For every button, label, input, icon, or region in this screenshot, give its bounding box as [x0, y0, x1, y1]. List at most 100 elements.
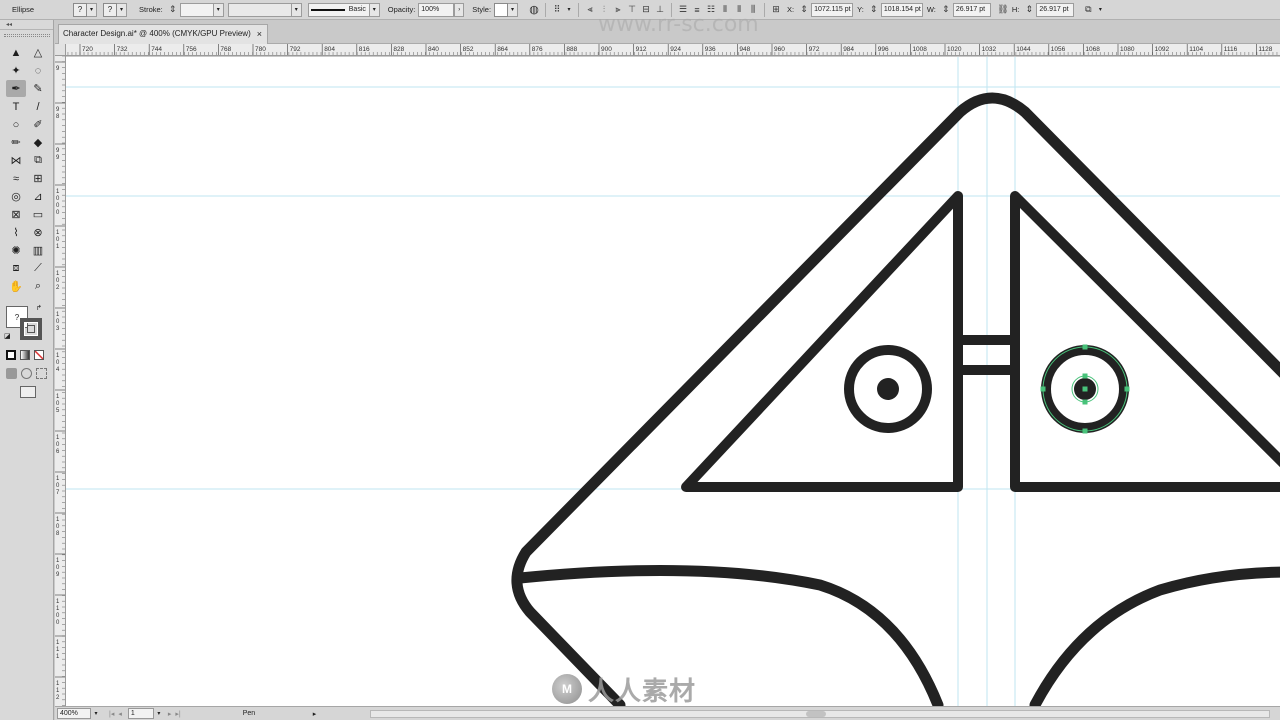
direct-selection-tool[interactable]: △ — [28, 44, 48, 61]
brush-definition-box[interactable]: Basic — [307, 2, 370, 17]
chevron-down-icon[interactable]: ▾ — [91, 708, 101, 719]
artboard-canvas[interactable] — [66, 57, 1280, 706]
stroke-indicator[interactable] — [20, 318, 42, 340]
artboard-number-field[interactable]: 1 — [127, 708, 154, 719]
previous-artboard-icon[interactable]: ◂ — [118, 710, 122, 718]
align-bottom-icon[interactable]: ⊥ — [654, 4, 666, 16]
draw-inside-icon[interactable] — [36, 368, 47, 379]
artboard-tool[interactable]: ⧈ — [6, 260, 26, 277]
chevron-down-icon[interactable]: ▾ — [87, 2, 97, 17]
eyedropper-tool[interactable]: ⌇ — [6, 224, 26, 241]
distribute-hcenter-icon[interactable]: ⦀ — [733, 4, 745, 16]
anchor-point[interactable] — [1082, 399, 1088, 405]
color-icon[interactable] — [6, 350, 16, 360]
fill-swatch-box[interactable]: ? — [73, 2, 87, 17]
body-curve-right[interactable] — [1029, 566, 1280, 706]
chevron-down-icon[interactable]: ▾ — [1095, 3, 1105, 17]
brush-definition[interactable]: Basic ▾ — [307, 0, 380, 19]
free-transform-tool[interactable]: ⊞ — [28, 170, 48, 187]
default-fill-stroke-icon[interactable]: ◪ — [4, 332, 11, 340]
panel-collapse-grip[interactable]: ◂◂ — [0, 20, 53, 30]
zoom-field[interactable]: 400% — [57, 708, 91, 719]
reflect-tool[interactable]: ⋈ — [6, 152, 26, 169]
selection-tool[interactable]: ▲ — [6, 44, 26, 61]
screen-mode-icon[interactable] — [20, 386, 36, 398]
curvature-tool[interactable]: ✎ — [28, 80, 48, 97]
mesh-tool[interactable]: ⊠ — [6, 206, 26, 223]
anchor-point[interactable] — [1040, 386, 1046, 392]
blend-tool[interactable]: ⊗ — [28, 224, 48, 241]
width-profile-box[interactable] — [227, 2, 292, 17]
shape-builder-tool[interactable]: ◎ — [6, 188, 26, 205]
warp-tool[interactable]: ≈ — [6, 170, 26, 187]
stepper-icon[interactable]: ⇕ — [798, 4, 810, 16]
vertical-ruler[interactable]: 9989910001011021031041051061071081091100… — [55, 56, 66, 706]
last-artboard-icon[interactable]: ▸| — [175, 710, 180, 718]
stepper-icon[interactable]: ⇕ — [1023, 4, 1035, 16]
close-icon[interactable]: × — [257, 25, 262, 43]
artwork[interactable] — [66, 57, 1280, 706]
h-input[interactable]: 26.917 pt — [1036, 2, 1075, 17]
ellipse-tool[interactable]: ○ — [6, 116, 26, 133]
ruler-origin[interactable] — [55, 44, 66, 56]
distribute-left-icon[interactable]: ⫴ — [719, 4, 731, 16]
left-eye-pupil[interactable] — [877, 378, 899, 400]
anchor-point[interactable] — [1124, 386, 1130, 392]
none-icon[interactable] — [34, 350, 44, 360]
scrollbar-thumb[interactable] — [806, 711, 826, 717]
stroke-swatch[interactable]: ? ▾ — [103, 0, 127, 19]
w-input[interactable]: 26.917 pt — [952, 2, 991, 17]
symbol-sprayer-tool[interactable]: ✺ — [6, 242, 26, 259]
chevron-down-icon[interactable]: ▾ — [564, 3, 574, 17]
head-outline[interactable] — [511, 92, 1280, 706]
stepper-icon[interactable]: ⇕ — [868, 4, 880, 16]
document-tab[interactable]: Character Design.ai* @ 400% (CMYK/GPU Pr… — [58, 24, 268, 44]
w-field[interactable]: ⇕ 26.917 pt — [939, 0, 991, 19]
horizontal-ruler[interactable]: 720 732 744 756 768 780 792 804 816 828 840 852 864 8… — [66, 44, 1280, 56]
slice-tool[interactable]: ⟋ — [28, 260, 48, 277]
chevron-down-icon[interactable]: ▾ — [117, 2, 127, 17]
pencil-tool[interactable]: ✏ — [6, 134, 26, 151]
anchor-point[interactable] — [1082, 428, 1088, 434]
draw-behind-icon[interactable] — [21, 368, 32, 379]
stroke-weight-input[interactable] — [179, 2, 214, 17]
stepper-icon[interactable]: ⇕ — [940, 4, 952, 16]
swap-fill-stroke-icon[interactable]: ↱ — [36, 304, 42, 312]
distribute-top-icon[interactable]: ☰ — [677, 4, 689, 16]
gradient-icon[interactable] — [20, 350, 30, 360]
constrain-proportions-icon[interactable]: ⛓ — [997, 4, 1009, 16]
next-artboard-icon[interactable]: ▸ — [168, 710, 172, 718]
lasso-tool[interactable]: ◌ — [28, 62, 48, 79]
body-curve-left[interactable] — [514, 564, 944, 706]
graphic-style-swatch[interactable]: ▾ — [494, 0, 519, 19]
fill-stroke-widget[interactable]: ? ↱ ◪ — [4, 304, 46, 342]
align-to-icon[interactable]: ⠿ — [551, 4, 563, 16]
panel-drag-handle[interactable] — [4, 34, 50, 37]
column-graph-tool[interactable]: ▥ — [28, 242, 48, 259]
stepper-icon[interactable]: ⇕ — [167, 4, 179, 16]
draw-normal-icon[interactable] — [6, 368, 17, 379]
chevron-down-icon[interactable]: ▾ — [213, 2, 224, 17]
scale-tool[interactable]: ⧉ — [28, 152, 48, 169]
anchor-point[interactable] — [1082, 344, 1088, 350]
distribute-right-icon[interactable]: ⫼ — [747, 4, 759, 16]
gradient-tool[interactable]: ▭ — [28, 206, 48, 223]
distribute-bottom-icon[interactable]: ☷ — [705, 4, 717, 16]
align-vertical-center-icon[interactable]: ⊟ — [640, 4, 652, 16]
paintbrush-tool[interactable]: ✐ — [28, 116, 48, 133]
perspective-grid-tool[interactable]: ⊿ — [28, 188, 48, 205]
hand-tool[interactable]: ✋ — [6, 278, 26, 295]
fill-swatch[interactable]: ? ▾ — [73, 0, 97, 19]
line-segment-tool[interactable]: / — [28, 98, 48, 115]
h-field[interactable]: ⇕ 26.917 pt — [1022, 0, 1075, 19]
status-menu-icon[interactable]: ▸ — [313, 710, 317, 718]
horizontal-scrollbar[interactable] — [370, 710, 1270, 718]
distribute-center-icon[interactable]: ≡ — [691, 4, 703, 16]
chevron-down-icon[interactable]: ▾ — [154, 708, 164, 719]
stroke-swatch-box[interactable]: ? — [103, 2, 117, 17]
y-field[interactable]: ⇕ 1018.154 pt — [867, 0, 923, 19]
pen-tool[interactable]: ✒ — [6, 80, 26, 97]
type-tool[interactable]: T — [6, 98, 26, 115]
opacity-field[interactable]: 100% › — [418, 0, 465, 19]
magic-wand-tool[interactable]: ✦ — [6, 62, 26, 79]
